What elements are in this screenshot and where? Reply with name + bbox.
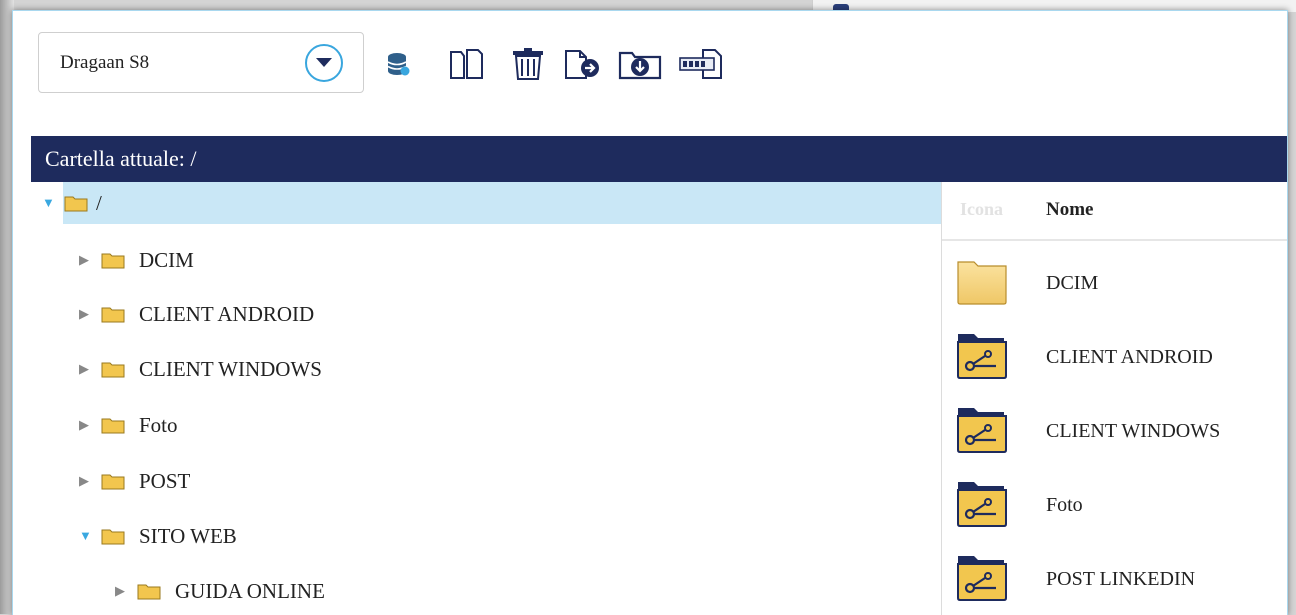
list-item-name: CLIENT WINDOWS: [1046, 420, 1221, 442]
file-list-header: Icona Nome: [942, 182, 1287, 241]
list-item[interactable]: DCIM: [942, 246, 1287, 320]
tree-item-label: GUIDA ONLINE: [175, 578, 325, 603]
list-item-name: POST LINKEDIN: [1046, 568, 1196, 590]
file-move-icon[interactable]: [563, 48, 603, 80]
column-header-name[interactable]: Nome: [1046, 199, 1093, 221]
tree-item-label: DCIM: [139, 247, 194, 272]
list-item[interactable]: CLIENT ANDROID: [942, 320, 1287, 394]
copy-icon[interactable]: [448, 48, 484, 80]
list-item[interactable]: POST LINKEDIN: [942, 542, 1287, 615]
collapsed-triangle-icon[interactable]: ▶: [79, 417, 101, 433]
device-selector-value: Dragaan S8: [60, 52, 150, 73]
tree-item-root[interactable]: ▼ /: [42, 182, 941, 224]
folder-icon: [101, 307, 125, 322]
tree-item-client-windows[interactable]: ▶ CLIENT WINDOWS: [79, 348, 322, 390]
tree-item-client-android[interactable]: ▶ CLIENT ANDROID: [79, 293, 314, 335]
expanded-triangle-icon[interactable]: ▼: [79, 528, 101, 544]
shared-folder-icon: [957, 334, 1007, 379]
shared-folder-icon: [957, 408, 1007, 453]
collapsed-triangle-icon[interactable]: ▶: [79, 473, 101, 489]
tree-item-sito-web[interactable]: ▼ SITO WEB: [79, 515, 237, 557]
column-header-icon[interactable]: Icona: [960, 199, 1003, 220]
list-item[interactable]: Foto: [942, 468, 1287, 542]
tree-item-label: CLIENT ANDROID: [139, 301, 315, 326]
folder-icon: [957, 261, 1007, 305]
tree-item-label: POST: [139, 468, 191, 493]
shared-folder-icon: [957, 482, 1007, 527]
current-folder-label: Cartella attuale: /: [45, 146, 197, 171]
folder-icon: [101, 362, 125, 377]
file-manager-window: Dragaan S8 Cartella attuale: / ▼ / ▶ DCI…: [12, 10, 1288, 615]
database-icon[interactable]: [386, 52, 410, 78]
tree-item-foto[interactable]: ▶ Foto: [79, 404, 178, 446]
collapsed-triangle-icon[interactable]: ▶: [79, 361, 101, 377]
folder-icon: [137, 584, 161, 599]
folder-tree: ▼ / ▶ DCIM ▶ CLIENT ANDROID ▶ CLIENT WIN…: [31, 182, 941, 615]
tree-item-label: /: [96, 190, 102, 215]
tree-item-post[interactable]: ▶ POST: [79, 460, 190, 502]
collapsed-triangle-icon[interactable]: ▶: [115, 583, 137, 599]
folder-icon: [101, 418, 125, 433]
tree-item-dcim[interactable]: ▶ DCIM: [79, 239, 194, 281]
trash-icon[interactable]: [510, 48, 546, 80]
list-item-name: Foto: [1046, 494, 1083, 516]
shared-folder-icon: [957, 556, 1007, 601]
tree-item-label: CLIENT WINDOWS: [139, 356, 322, 381]
list-item-name: CLIENT ANDROID: [1046, 346, 1213, 368]
rename-icon[interactable]: [678, 48, 724, 80]
folder-icon: [64, 196, 88, 211]
collapsed-triangle-icon[interactable]: ▶: [79, 306, 101, 322]
list-item-name: DCIM: [1046, 272, 1099, 294]
folder-icon: [101, 529, 125, 544]
tree-item-label: SITO WEB: [139, 523, 237, 548]
toolbar: Dragaan S8: [13, 11, 1287, 136]
chevron-down-icon[interactable]: [305, 44, 343, 82]
list-item[interactable]: CLIENT WINDOWS: [942, 394, 1287, 468]
folder-icon: [101, 474, 125, 489]
collapsed-triangle-icon[interactable]: ▶: [79, 252, 101, 268]
folder-download-icon[interactable]: [618, 48, 662, 80]
tree-item-label: Foto: [139, 412, 178, 437]
tree-item-guida-online[interactable]: ▶ GUIDA ONLINE: [115, 570, 325, 612]
device-selector[interactable]: Dragaan S8: [38, 32, 364, 93]
expanded-triangle-icon[interactable]: ▼: [42, 195, 64, 211]
folder-icon: [101, 253, 125, 268]
file-list: Icona Nome DCIM CLIENT ANDROID CLIENT WI…: [941, 182, 1287, 615]
current-folder-bar: Cartella attuale: /: [31, 136, 1287, 182]
